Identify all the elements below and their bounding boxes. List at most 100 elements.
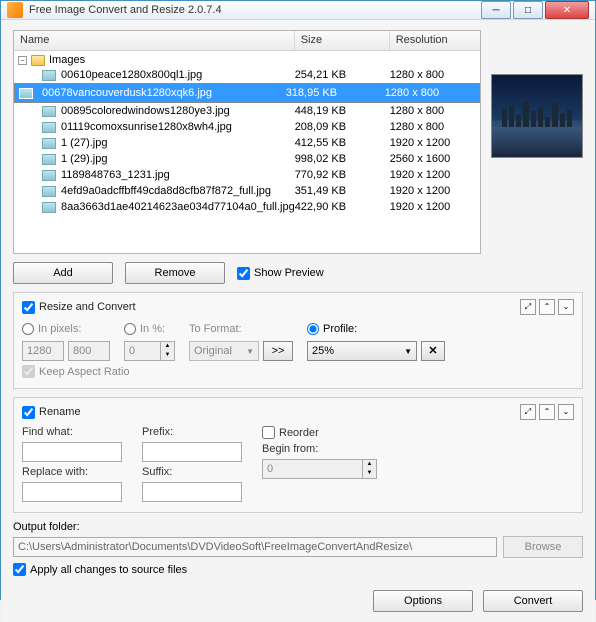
spin-up-icon[interactable]: ▲ xyxy=(161,342,174,351)
close-button[interactable]: ✕ xyxy=(545,1,589,19)
window-controls: ─ □ ✕ xyxy=(479,1,589,19)
in-percent-label: In %: xyxy=(140,323,165,335)
file-row[interactable]: 1 (27).jpg412,55 KB1920 x 1200 xyxy=(14,135,480,151)
panel-collapse-icon[interactable]: ⤢ xyxy=(520,404,536,420)
panel-up-icon[interactable]: ⌃ xyxy=(539,299,555,315)
minimize-button[interactable]: ─ xyxy=(481,1,511,19)
to-format-group: To Format: Original▼ >> xyxy=(189,321,293,361)
file-row[interactable]: 4efd9a0adcffbff49cda8d8cfb87f872_full.jp… xyxy=(14,183,480,199)
begin-input[interactable] xyxy=(262,459,362,479)
file-size: 318,95 KB xyxy=(286,87,381,99)
go-button[interactable]: >> xyxy=(263,341,293,361)
file-size: 448,19 KB xyxy=(295,105,390,117)
image-file-icon xyxy=(42,154,56,165)
profile-radio[interactable] xyxy=(307,323,319,335)
file-name: 1 (27).jpg xyxy=(61,137,295,149)
resize-title: Resize and Convert xyxy=(39,301,136,313)
file-row[interactable]: 1 (29).jpg998,02 KB2560 x 1600 xyxy=(14,151,480,167)
replace-label: Replace with: xyxy=(22,466,122,478)
root-folder-label[interactable]: Images xyxy=(49,54,85,66)
panel-down-icon[interactable]: ⌄ xyxy=(558,404,574,420)
output-label: Output folder: xyxy=(13,521,583,533)
col-resolution[interactable]: Resolution xyxy=(390,31,480,50)
rename-enable-checkbox[interactable] xyxy=(22,406,35,419)
file-size: 422,90 KB xyxy=(295,201,390,213)
file-name: 1 (29).jpg xyxy=(61,153,295,165)
file-resolution: 1920 x 1200 xyxy=(390,185,480,197)
show-preview-checkbox[interactable]: Show Preview xyxy=(237,267,324,280)
image-file-icon xyxy=(42,70,56,81)
replace-input[interactable] xyxy=(22,482,122,502)
prefix-input[interactable] xyxy=(142,442,242,462)
suffix-label: Suffix: xyxy=(142,466,242,478)
apply-source-label: Apply all changes to source files xyxy=(30,564,187,576)
image-file-icon xyxy=(42,138,56,149)
profile-delete-button[interactable]: ✕ xyxy=(421,341,445,361)
file-row[interactable]: 1189848763_1231.jpg770,92 KB1920 x 1200 xyxy=(14,167,480,183)
reorder-input[interactable] xyxy=(262,426,275,439)
remove-button[interactable]: Remove xyxy=(125,262,225,284)
to-format-label: To Format: xyxy=(189,323,242,335)
apply-source-input[interactable] xyxy=(13,563,26,576)
top-pane: Name Size Resolution − Images00610peace12… xyxy=(13,30,583,254)
file-name: 1189848763_1231.jpg xyxy=(61,169,295,181)
panel-collapse-icon[interactable]: ⤢ xyxy=(520,299,536,315)
add-button[interactable]: Add xyxy=(13,262,113,284)
px-width-input[interactable] xyxy=(22,341,64,361)
options-button[interactable]: Options xyxy=(373,590,473,612)
resize-enable-checkbox[interactable] xyxy=(22,301,35,314)
file-size: 412,55 KB xyxy=(295,137,390,149)
begin-spinner[interactable]: ▲▼ xyxy=(262,459,377,479)
format-select[interactable]: Original▼ xyxy=(189,341,259,361)
output-path-input[interactable] xyxy=(13,537,497,557)
file-size: 998,02 KB xyxy=(295,153,390,165)
prefix-label: Prefix: xyxy=(142,426,242,438)
panel-up-icon[interactable]: ⌃ xyxy=(539,404,555,420)
in-percent-radio[interactable] xyxy=(124,323,136,335)
in-pixels-radio[interactable] xyxy=(22,323,34,335)
file-row[interactable]: 00610peace1280x800ql1.jpg254,21 KB1280 x… xyxy=(14,67,480,83)
find-input[interactable] xyxy=(22,442,122,462)
percent-input[interactable] xyxy=(124,341,160,361)
output-section: Output folder: Browse Apply all changes … xyxy=(13,521,583,576)
file-row[interactable]: 8aa3663d1ae40214623ae034d77104a0_full.jp… xyxy=(14,199,480,215)
px-height-input[interactable] xyxy=(68,341,110,361)
spin-down-icon[interactable]: ▼ xyxy=(161,351,174,360)
file-resolution: 1920 x 1200 xyxy=(390,137,480,149)
reorder-checkbox[interactable]: Reorder xyxy=(262,426,377,439)
begin-label: Begin from: xyxy=(262,443,377,455)
image-file-icon xyxy=(42,122,56,133)
file-tree[interactable]: − Images00610peace1280x800ql1.jpg254,21 K… xyxy=(14,51,480,253)
collapse-icon[interactable]: − xyxy=(18,56,27,65)
profile-label: Profile: xyxy=(323,323,357,335)
col-size[interactable]: Size xyxy=(295,31,390,50)
col-name[interactable]: Name xyxy=(14,31,295,50)
find-label: Find what: xyxy=(22,426,122,438)
convert-button[interactable]: Convert xyxy=(483,590,583,612)
file-resolution: 1920 x 1200 xyxy=(390,169,480,181)
file-row[interactable]: 00678vancouverdusk1280xqk6.jpg318,95 KB1… xyxy=(14,83,480,103)
show-preview-input[interactable] xyxy=(237,267,250,280)
show-preview-label: Show Preview xyxy=(254,267,324,279)
keep-aspect-checkbox[interactable]: Keep Aspect Ratio xyxy=(22,365,574,378)
file-row[interactable]: 01119comoxsunrise1280x8wh4.jpg208,09 KB1… xyxy=(14,119,480,135)
folder-icon xyxy=(31,55,45,66)
rename-title: Rename xyxy=(39,406,81,418)
browse-button[interactable]: Browse xyxy=(503,536,583,558)
file-list[interactable]: Name Size Resolution − Images00610peace12… xyxy=(13,30,481,254)
suffix-input[interactable] xyxy=(142,482,242,502)
maximize-button[interactable]: □ xyxy=(513,1,543,19)
spin-up-icon[interactable]: ▲ xyxy=(363,460,376,469)
apply-source-checkbox[interactable]: Apply all changes to source files xyxy=(13,563,583,576)
spin-down-icon[interactable]: ▼ xyxy=(363,469,376,478)
percent-spinner[interactable]: ▲▼ xyxy=(124,341,175,361)
file-size: 254,21 KB xyxy=(295,69,390,81)
panel-down-icon[interactable]: ⌄ xyxy=(558,299,574,315)
profile-select[interactable]: 25%▼ xyxy=(307,341,417,361)
file-size: 770,92 KB xyxy=(295,169,390,181)
title-bar: Free Image Convert and Resize 2.0.7.4 ─ … xyxy=(1,1,595,20)
file-name: 8aa3663d1ae40214623ae034d77104a0_full.jp… xyxy=(61,201,295,213)
image-file-icon xyxy=(19,88,33,99)
file-row[interactable]: 00895coloredwindows1280ye3.jpg448,19 KB1… xyxy=(14,103,480,119)
profile-group: Profile: 25%▼ ✕ xyxy=(307,321,445,361)
